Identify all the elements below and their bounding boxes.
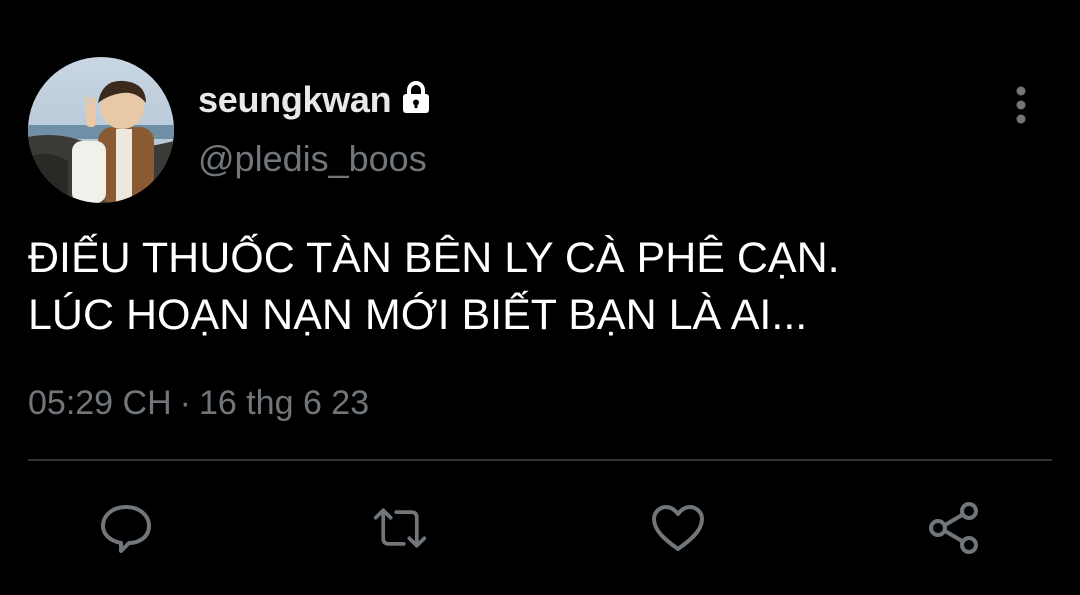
divider bbox=[28, 459, 1052, 461]
display-name[interactable]: seungkwan bbox=[198, 79, 392, 121]
like-button[interactable] bbox=[650, 500, 706, 556]
more-options-button[interactable] bbox=[1004, 84, 1038, 126]
tweet-date: 16 thg 6 23 bbox=[198, 384, 370, 422]
more-vertical-icon bbox=[1016, 86, 1026, 124]
author-handle[interactable]: @pledis_boos bbox=[198, 138, 427, 180]
meta-separator: · bbox=[179, 384, 191, 422]
like-icon bbox=[652, 505, 704, 551]
share-icon bbox=[929, 502, 978, 554]
tweet-time: 05:29 CH bbox=[28, 384, 172, 422]
author-name-row: seungkwan bbox=[198, 78, 431, 122]
avatar-photo bbox=[28, 57, 174, 203]
tweet-text: ĐIẾU THUỐC TÀN BÊN LY CÀ PHÊ CẠN. LÚC HO… bbox=[28, 230, 1048, 344]
retweet-icon bbox=[373, 508, 427, 548]
reply-icon bbox=[101, 505, 151, 553]
tweet-text-line: LÚC HOẠN NẠN MỚI BIẾT BẠN LÀ AI... bbox=[28, 291, 808, 339]
lock-icon bbox=[401, 80, 431, 114]
tweet-timestamp[interactable]: 05:29 CH · 16 thg 6 23 bbox=[28, 384, 369, 423]
avatar[interactable] bbox=[28, 57, 174, 203]
share-button[interactable] bbox=[926, 500, 982, 556]
tweet-text-line: ĐIẾU THUỐC TÀN BÊN LY CÀ PHÊ CẠN. bbox=[28, 234, 840, 282]
reply-button[interactable] bbox=[98, 500, 154, 556]
retweet-button[interactable] bbox=[372, 500, 428, 556]
